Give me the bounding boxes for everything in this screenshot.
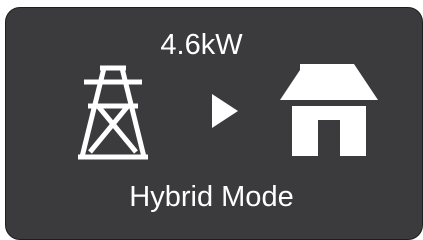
home-icon: [280, 64, 378, 156]
play-arrow-icon: [212, 94, 238, 128]
transmission-tower-icon: [78, 65, 148, 160]
mode-label: Hybrid Mode: [129, 181, 294, 213]
power-reading: 4.6kW: [160, 29, 243, 61]
